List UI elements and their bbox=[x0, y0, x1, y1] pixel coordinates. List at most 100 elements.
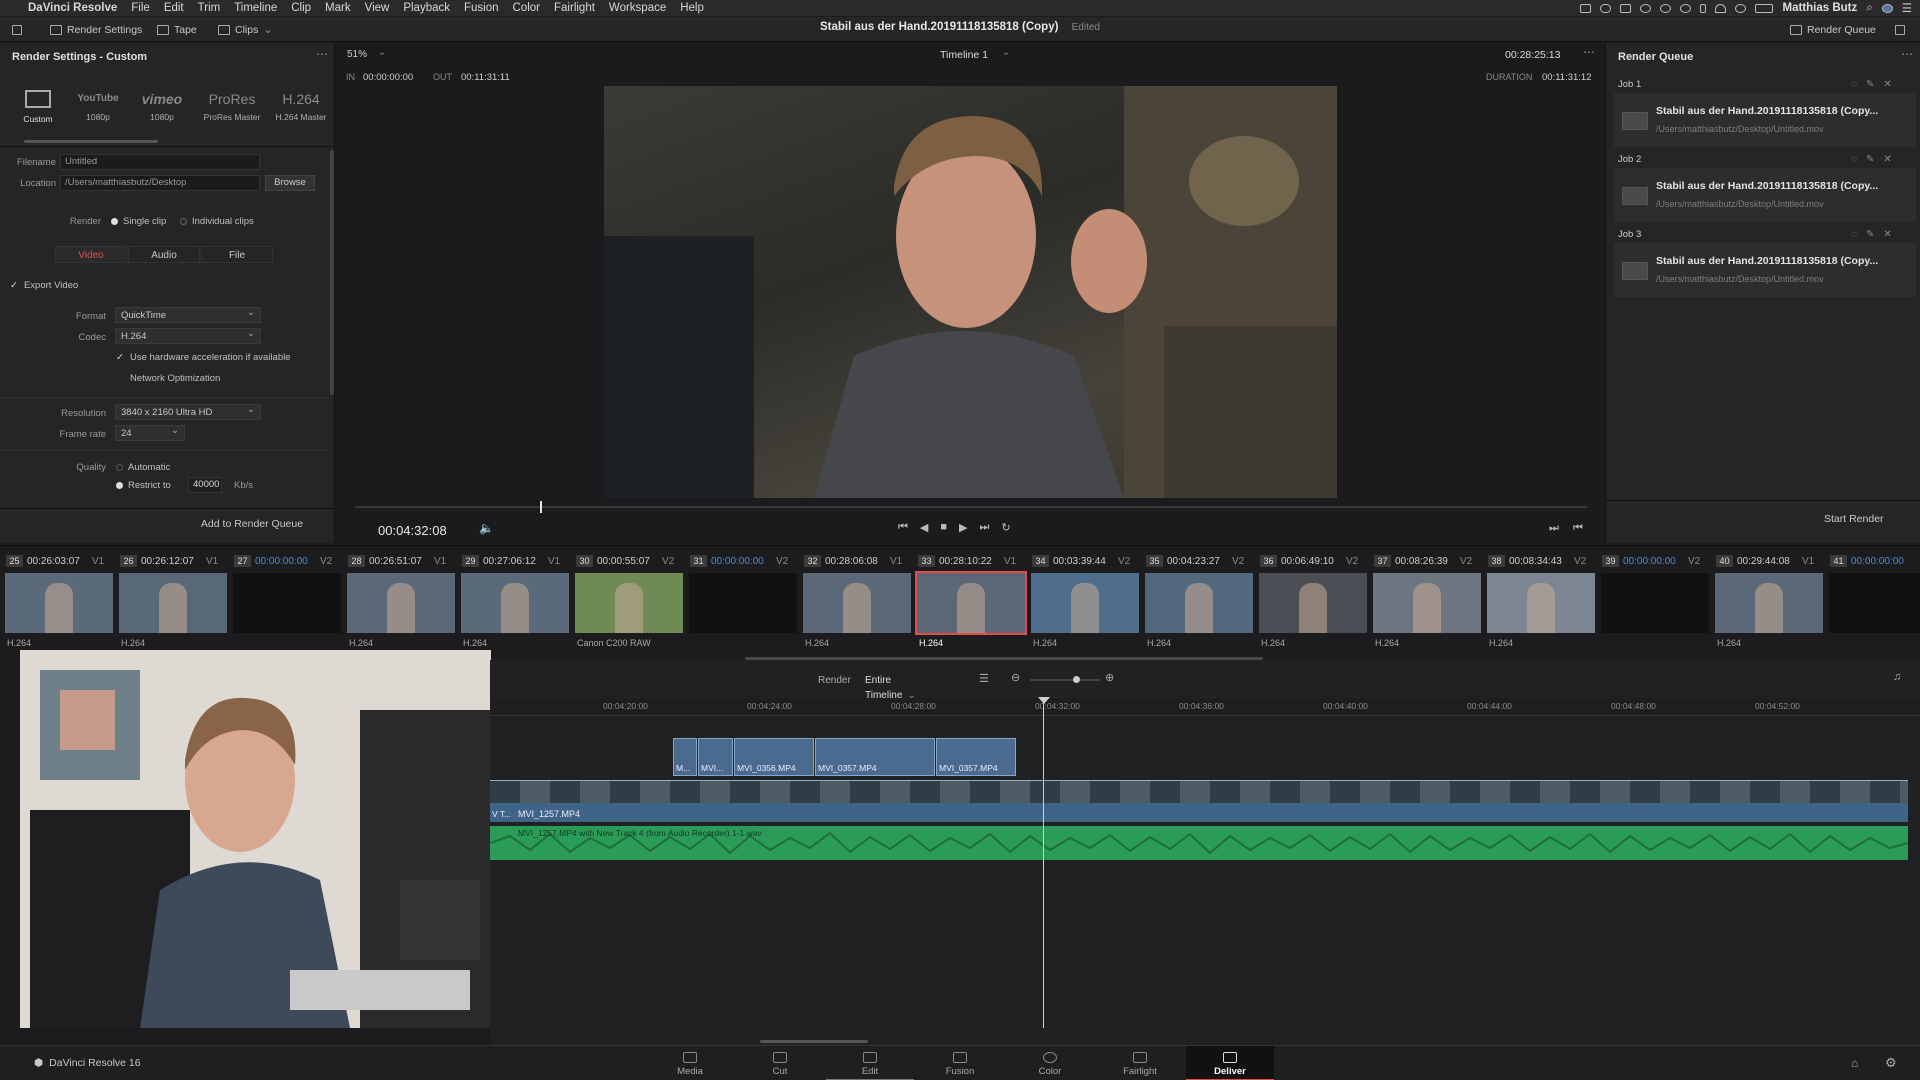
zoom-in-icon[interactable]: ⊕ bbox=[1105, 671, 1114, 684]
audio-meter-icon[interactable]: ♫ bbox=[1893, 671, 1901, 683]
tape-button[interactable]: Tape bbox=[157, 21, 197, 38]
menu-help[interactable]: Help bbox=[673, 2, 711, 14]
in-timecode[interactable]: 00:00:00:00 bbox=[363, 72, 413, 83]
timeline-select[interactable]: Timeline 1 bbox=[940, 49, 988, 61]
home-icon[interactable]: ⌂ bbox=[1851, 1056, 1858, 1070]
zoom-select[interactable]: 51% bbox=[347, 49, 367, 60]
preset-h264[interactable]: H.264 H.264 Master bbox=[270, 86, 332, 122]
clip-thumbnail[interactable] bbox=[1031, 573, 1139, 633]
time-machine-icon[interactable] bbox=[1680, 3, 1692, 13]
codec-select[interactable]: H.264 bbox=[115, 326, 261, 344]
close-icon[interactable]: ✕ bbox=[1883, 154, 1891, 165]
menu-playback[interactable]: Playback bbox=[396, 2, 457, 14]
settings-gear-icon[interactable]: ⚙ bbox=[1885, 1055, 1897, 1071]
render-queue-toggle[interactable]: Render Queue bbox=[1790, 21, 1876, 38]
add-render-queue-button[interactable]: Add to Render Queue bbox=[190, 516, 314, 533]
v1-clip[interactable]: V T... MVI_1257.MP4 bbox=[490, 780, 1908, 822]
clip-thumbnail[interactable] bbox=[1829, 573, 1920, 633]
timeline-scrollbar[interactable] bbox=[760, 1040, 868, 1043]
close-icon[interactable]: ✕ bbox=[1883, 79, 1891, 90]
filename-input[interactable]: Untitled bbox=[60, 154, 260, 170]
play-icon[interactable]: ▶ bbox=[959, 521, 967, 534]
tab-video[interactable]: Video bbox=[55, 246, 127, 263]
page-fairlight[interactable]: Fairlight bbox=[1096, 1046, 1184, 1080]
v2-clip[interactable]: M... bbox=[673, 738, 697, 776]
menu-timeline[interactable]: Timeline bbox=[227, 2, 284, 14]
battery-icon[interactable] bbox=[1755, 3, 1774, 13]
chevron-down-icon[interactable]: ⌄ bbox=[378, 47, 386, 58]
resolution-select[interactable]: 3840 x 2160 Ultra HD bbox=[115, 402, 261, 420]
clip-thumbnail[interactable] bbox=[1601, 573, 1709, 633]
scrubber-playhead[interactable] bbox=[540, 501, 542, 513]
more-options-icon[interactable]: ⋯ bbox=[316, 47, 328, 61]
clip-thumbnail[interactable] bbox=[1145, 573, 1253, 633]
menu-fusion[interactable]: Fusion bbox=[457, 2, 506, 14]
format-select[interactable]: QuickTime bbox=[115, 305, 261, 323]
prev-frame-icon[interactable]: ⏮ bbox=[1573, 522, 1583, 535]
record-icon[interactable] bbox=[1640, 3, 1652, 13]
preset-vimeo[interactable]: vimeo 1080p bbox=[134, 86, 190, 122]
job-3[interactable]: Stabil aus der Hand.20191118135818 (Copy… bbox=[1614, 243, 1916, 297]
clip-thumbnail[interactable] bbox=[803, 573, 911, 633]
volume-icon[interactable]: 🔈 bbox=[479, 521, 494, 535]
clip-thumbnail[interactable] bbox=[461, 573, 569, 633]
close-icon[interactable]: ✕ bbox=[1883, 229, 1891, 240]
wifi-icon[interactable] bbox=[1715, 3, 1727, 13]
search-icon[interactable]: ⌕ bbox=[1866, 2, 1872, 15]
preset-youtube[interactable]: YouTube 1080p bbox=[70, 86, 126, 122]
menu-user-name[interactable]: Matthias Butz bbox=[1782, 2, 1857, 14]
stop-icon[interactable]: ■ bbox=[940, 521, 947, 534]
zoom-slider[interactable] bbox=[1030, 679, 1100, 681]
page-color[interactable]: Color bbox=[1006, 1046, 1094, 1080]
v2-clip[interactable]: MVI_0356.MP4 bbox=[734, 738, 814, 776]
viewer-options-icon[interactable]: ⋯ bbox=[1583, 45, 1595, 59]
loop-icon[interactable]: ↻ bbox=[1001, 521, 1010, 534]
job-1[interactable]: Stabil aus der Hand.20191118135818 (Copy… bbox=[1614, 93, 1916, 147]
timeline-ruler[interactable]: 00:04:20:00 00:04:24:00 00:04:28:00 00:04:3… bbox=[490, 698, 1920, 716]
menu-fairlight[interactable]: Fairlight bbox=[547, 2, 602, 14]
video-preview[interactable] bbox=[604, 86, 1337, 498]
clips-button[interactable]: Clips ⌄ bbox=[218, 21, 272, 38]
individual-clips-radio[interactable]: Individual clips bbox=[180, 216, 254, 227]
menu-mark[interactable]: Mark bbox=[318, 2, 358, 14]
v2-clip[interactable]: MVI_0357.MP4 bbox=[936, 738, 1016, 776]
v2-clip[interactable]: MVI... bbox=[698, 738, 733, 776]
menu-view[interactable]: View bbox=[358, 2, 397, 14]
timeline-view-icon[interactable]: ☰ bbox=[979, 672, 989, 685]
next-frame-icon[interactable]: ⏭ bbox=[1549, 522, 1559, 535]
zoom-slider-knob[interactable] bbox=[1073, 676, 1080, 683]
edit-icon[interactable]: ✎ bbox=[1866, 229, 1874, 240]
a1-clip[interactable]: MVI_1257.MP4 with New Track 4 (from Audi… bbox=[490, 826, 1908, 860]
go-to-start-icon[interactable]: ⏮ bbox=[898, 521, 908, 534]
location-input[interactable]: /Users/matthiasbutz/Desktop bbox=[60, 175, 260, 191]
page-deliver[interactable]: Deliver bbox=[1186, 1046, 1274, 1080]
job-2[interactable]: Stabil aus der Hand.20191118135818 (Copy… bbox=[1614, 168, 1916, 222]
settings-scrollbar[interactable] bbox=[330, 150, 334, 395]
step-back-icon[interactable]: ◀ bbox=[920, 521, 928, 534]
screen-icon[interactable] bbox=[1580, 3, 1592, 13]
bluetooth-icon[interactable] bbox=[1700, 3, 1707, 13]
notification-center-icon[interactable]: ☰ bbox=[1902, 1, 1912, 15]
timeline-playhead[interactable] bbox=[1043, 698, 1044, 1028]
render-settings-button[interactable]: Render Settings bbox=[50, 21, 142, 38]
menu-color[interactable]: Color bbox=[506, 2, 547, 14]
menu-app[interactable]: DaVinci Resolve bbox=[21, 2, 124, 14]
page-fusion[interactable]: Fusion bbox=[916, 1046, 1004, 1080]
menu-workspace[interactable]: Workspace bbox=[602, 2, 673, 14]
preset-scrollbar[interactable] bbox=[24, 140, 158, 143]
menu-trim[interactable]: Trim bbox=[191, 2, 228, 14]
hw-accel-checkbox[interactable]: ✓ Use hardware acceleration if available bbox=[116, 352, 291, 363]
page-edit[interactable]: Edit bbox=[826, 1046, 914, 1080]
menu-clip[interactable]: Clip bbox=[284, 2, 318, 14]
clip-thumbnail[interactable] bbox=[5, 573, 113, 633]
clip-thumbnail[interactable] bbox=[347, 573, 455, 633]
framerate-select[interactable]: 24 bbox=[115, 423, 185, 441]
export-video-checkbox[interactable]: ✓ Export Video bbox=[10, 280, 78, 291]
edit-icon[interactable]: ✎ bbox=[1866, 79, 1874, 90]
clip-thumbnail[interactable] bbox=[689, 573, 797, 633]
clip-thumbnail[interactable] bbox=[1715, 573, 1823, 633]
go-to-end-icon[interactable]: ⏭ bbox=[980, 521, 990, 534]
network-opt-checkbox[interactable]: Network Optimization bbox=[116, 373, 220, 384]
cloud-icon[interactable] bbox=[1600, 3, 1612, 13]
page-media[interactable]: Media bbox=[646, 1046, 734, 1080]
